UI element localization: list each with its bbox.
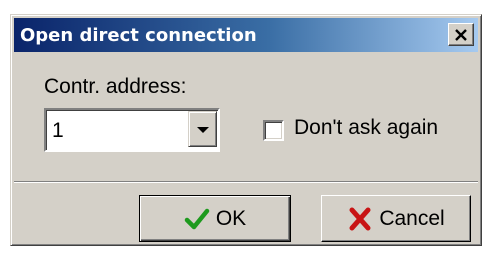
cancel-button[interactable]: Cancel [321,195,471,242]
checkmark-icon [184,208,210,229]
button-separator [14,181,478,183]
dialog-title: Open direct connection [20,24,257,46]
open-direct-connection-dialog: Open direct connection Contr. address: 1… [10,14,482,246]
dont-ask-again-label[interactable]: Don't ask again [294,116,438,140]
cross-icon [349,207,371,230]
dont-ask-again-checkbox[interactable] [263,120,284,141]
address-label: Contr. address: [44,75,187,98]
close-icon [455,28,467,41]
chevron-down-icon [196,127,209,133]
address-value: 1 [52,119,64,142]
ok-button[interactable]: OK [139,195,291,242]
ok-button-label: OK [215,206,247,230]
address-dropdown-button[interactable] [188,111,217,147]
close-button[interactable] [448,23,474,46]
title-bar[interactable]: Open direct connection [14,18,478,52]
cancel-button-label: Cancel [379,206,445,230]
address-combobox[interactable]: 1 [44,108,220,152]
